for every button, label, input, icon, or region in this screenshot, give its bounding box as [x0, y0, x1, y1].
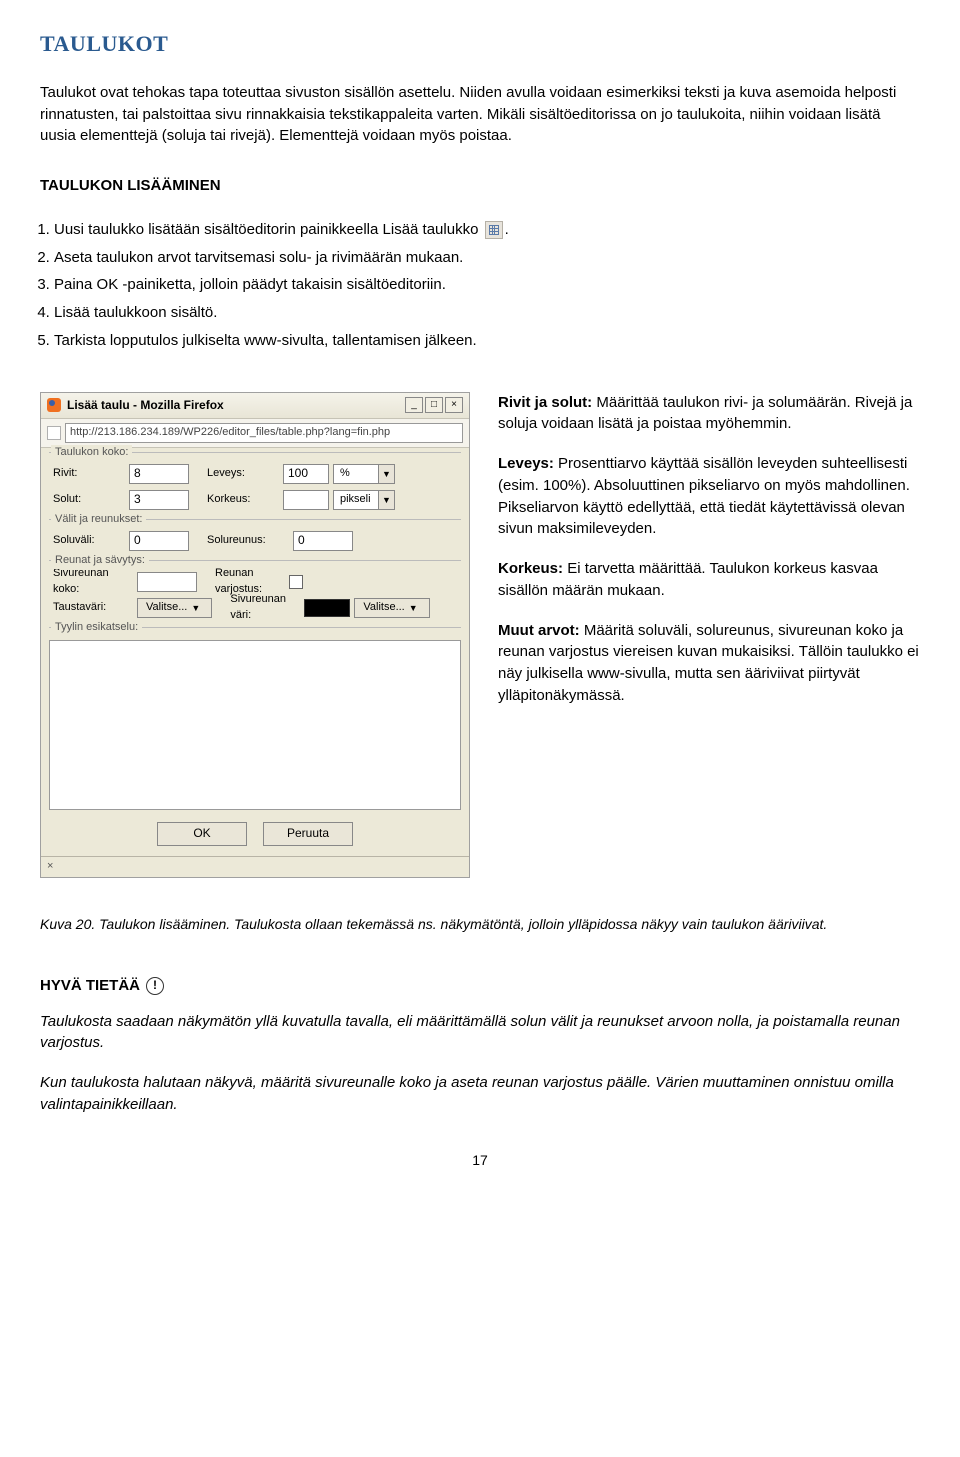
info-icon — [146, 977, 164, 995]
good-to-know-p1: Taulukosta saadaan näkymätön yllä kuvatu… — [40, 1011, 920, 1055]
input-cellspacing[interactable]: 0 — [129, 531, 189, 551]
good-to-know-p2: Kun taulukosta halutaan näkyvä, määritä … — [40, 1072, 920, 1116]
select-width-unit[interactable]: % ▼ — [333, 464, 395, 484]
page-number: 17 — [40, 1150, 920, 1170]
group-label-size: Taulukon koko: — [51, 445, 132, 461]
input-cellborder[interactable]: 0 — [293, 531, 353, 551]
select-bgcolor[interactable]: Valitse... ▼ — [137, 598, 212, 618]
input-rows[interactable]: 8 — [129, 464, 189, 484]
ok-button[interactable]: OK — [157, 822, 247, 846]
firefox-icon — [47, 398, 61, 412]
input-height[interactable] — [283, 490, 329, 510]
input-bordersize[interactable] — [137, 572, 197, 592]
minimize-button[interactable]: _ — [405, 397, 423, 413]
table-icon — [485, 221, 503, 239]
width-unit-value: % — [334, 466, 378, 482]
label-bgcolor: Taustaväri: — [53, 600, 133, 616]
label-rows: Rivit: — [53, 466, 125, 482]
select-bordercolor[interactable]: Valitse... ▼ — [354, 598, 429, 618]
step-4: Lisää taulukkoon sisältö. — [54, 302, 920, 324]
steps-list: Uusi taulukko lisätään sisältöeditorin p… — [40, 219, 920, 352]
desc-rows-cols: Rivit ja solut: Määrittää taulukon rivi-… — [498, 392, 920, 436]
style-preview — [49, 640, 461, 810]
step-2: Aseta taulukon arvot tarvitsemasi solu- … — [54, 247, 920, 269]
step-3: Paina OK -painiketta, jolloin päädyt tak… — [54, 274, 920, 296]
maximize-button[interactable]: □ — [425, 397, 443, 413]
section-heading-add-table: TAULUKON LISÄÄMINEN — [40, 175, 920, 197]
group-spacing: Välit ja reunukset: Soluväli: 0 Solureun… — [49, 519, 461, 556]
chevron-down-icon: ▼ — [378, 491, 394, 509]
step-1-text-b: . — [505, 221, 509, 238]
address-input[interactable]: http://213.186.234.189/WP226/editor_file… — [65, 423, 463, 443]
label-cellspacing: Soluväli: — [53, 533, 125, 549]
group-table-size: Taulukon koko: Rivit: 8 Leveys: 100 % ▼ … — [49, 452, 461, 515]
label-cols: Solut: — [53, 492, 125, 508]
intro-paragraph: Taulukot ovat tehokas tapa toteuttaa siv… — [40, 82, 920, 147]
step-1: Uusi taulukko lisätään sisältöeditorin p… — [54, 219, 920, 241]
good-to-know-heading: HYVÄ TIETÄÄ — [40, 975, 164, 997]
desc-height: Korkeus: Ei tarvetta määrittää. Taulukon… — [498, 558, 920, 602]
group-label-borders: Reunat ja sävytys: — [51, 553, 149, 569]
step-1-text-a: Uusi taulukko lisätään sisältöeditorin p… — [54, 221, 478, 238]
group-borders: Reunat ja sävytys: Sivureunan koko: Reun… — [49, 560, 461, 623]
group-label-spacing: Välit ja reunukset: — [51, 512, 146, 528]
dialog-statusbar: × — [41, 856, 469, 877]
label-bordercolor: Sivureunan väri: — [230, 592, 300, 624]
step-5: Tarkista lopputulos julkiselta www-sivul… — [54, 330, 920, 352]
group-label-preview: Tyylin esikatselu: — [51, 620, 142, 636]
cancel-button[interactable]: Peruuta — [263, 822, 353, 846]
label-height: Korkeus: — [207, 492, 279, 508]
input-cols[interactable]: 3 — [129, 490, 189, 510]
page-title: TAULUKOT — [40, 28, 920, 60]
close-button[interactable]: × — [445, 397, 463, 413]
bordercolor-swatch — [304, 599, 350, 617]
dialog-titlebar: Lisää taulu - Mozilla Firefox _ □ × — [41, 393, 469, 419]
chevron-down-icon: ▼ — [409, 602, 421, 615]
desc-width: Leveys: Prosenttiarvo käyttää sisällön l… — [498, 453, 920, 540]
dialog-title: Lisää taulu - Mozilla Firefox — [67, 397, 224, 414]
label-width: Leveys: — [207, 466, 279, 482]
figure-caption: Kuva 20. Taulukon lisääminen. Taulukosta… — [40, 914, 920, 935]
good-to-know-label: HYVÄ TIETÄÄ — [40, 975, 140, 997]
label-bordersize: Sivureunan koko: — [53, 566, 133, 598]
label-cellborder: Solureunus: — [207, 533, 289, 549]
input-width[interactable]: 100 — [283, 464, 329, 484]
height-unit-value: pikseli — [334, 492, 378, 508]
page-icon — [47, 426, 61, 440]
checkbox-bordershadow[interactable] — [289, 575, 303, 589]
chevron-down-icon: ▼ — [378, 465, 394, 483]
bordercolor-value: Valitse... — [363, 600, 404, 616]
desc-other: Muut arvot: Määritä soluväli, solureunus… — [498, 620, 920, 707]
address-bar-row: http://213.186.234.189/WP226/editor_file… — [41, 419, 469, 448]
insert-table-dialog: Lisää taulu - Mozilla Firefox _ □ × http… — [40, 392, 470, 878]
select-height-unit[interactable]: pikseli ▼ — [333, 490, 395, 510]
bgcolor-value: Valitse... — [146, 600, 187, 616]
description-column: Rivit ja solut: Määrittää taulukon rivi-… — [498, 392, 920, 725]
group-preview: Tyylin esikatselu: — [49, 627, 461, 636]
chevron-down-icon: ▼ — [191, 602, 203, 615]
